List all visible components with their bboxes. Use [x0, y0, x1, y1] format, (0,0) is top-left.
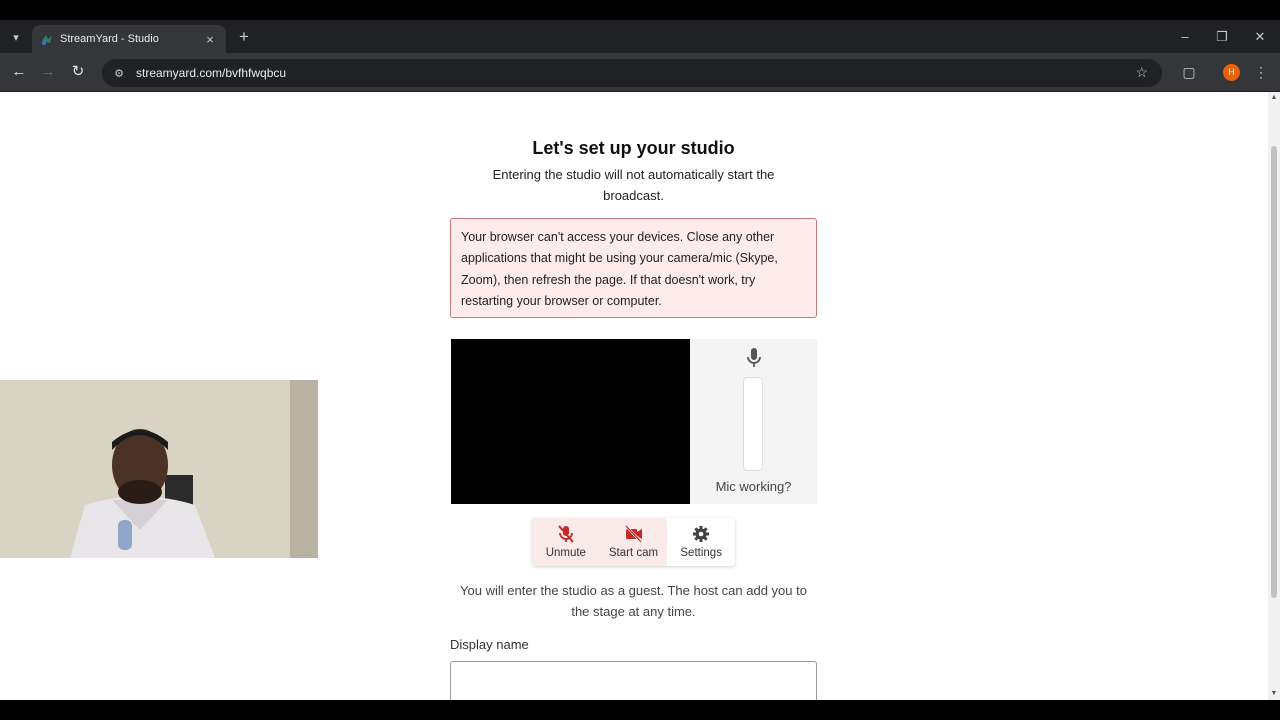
guest-note: You will enter the studio as a guest. Th…: [460, 583, 807, 619]
camera-preview: [451, 339, 690, 504]
browser-toolbar: ← → ↻ ⚙ streamyard.com/bvfhfwqbcu ☆ ▢ H …: [0, 53, 1280, 92]
page-subtitle: Entering the studio will not automatical…: [492, 167, 775, 203]
unmute-button[interactable]: Unmute: [532, 518, 600, 566]
streamyard-favicon-icon: [42, 35, 52, 45]
bottom-black-bar: [0, 700, 1280, 720]
minimize-icon[interactable]: –: [1170, 26, 1200, 48]
start-cam-button[interactable]: Start cam: [599, 518, 668, 566]
reload-icon[interactable]: ↻: [67, 61, 89, 83]
settings-label: Settings: [680, 547, 722, 559]
restore-icon[interactable]: ❐: [1207, 26, 1237, 48]
bookmark-star-icon[interactable]: ☆: [1135, 64, 1148, 81]
forward-icon[interactable]: →: [37, 61, 59, 83]
mic-panel: Mic working?: [690, 339, 817, 504]
webcam-person-image: [0, 380, 318, 558]
display-name-label: Display name: [450, 637, 529, 652]
tab-title: StreamYard - Studio: [60, 33, 159, 45]
page-title: Let's set up your studio: [532, 138, 735, 158]
close-window-icon[interactable]: ✕: [1245, 26, 1275, 48]
extensions-icon[interactable]: ▢: [1178, 61, 1200, 83]
scroll-up-icon[interactable]: ▲: [1270, 94, 1278, 102]
back-icon[interactable]: ←: [8, 61, 30, 83]
webcam-overlay: [0, 380, 318, 558]
address-bar[interactable]: ⚙ streamyard.com/bvfhfwqbcu ☆: [102, 59, 1162, 87]
settings-button[interactable]: Settings: [667, 518, 735, 566]
top-black-bar: [0, 0, 1280, 20]
microphone-icon: [747, 348, 761, 367]
site-info-icon[interactable]: ⚙: [110, 64, 128, 82]
scroll-thumb[interactable]: [1271, 146, 1277, 598]
tab-strip: ▾ StreamYard - Studio × + – ❐ ✕: [0, 20, 1280, 53]
start-cam-label: Start cam: [608, 547, 659, 559]
page-scrollbar[interactable]: ▲ ▼: [1268, 92, 1280, 700]
device-error-alert: Your browser can't access your devices. …: [450, 218, 817, 318]
close-tab-icon[interactable]: ×: [202, 32, 218, 47]
scroll-down-icon[interactable]: ▼: [1270, 690, 1278, 698]
new-tab-icon[interactable]: +: [234, 27, 254, 47]
unmute-label: Unmute: [545, 547, 586, 559]
profile-avatar[interactable]: H: [1223, 64, 1240, 81]
gear-icon: [693, 526, 710, 542]
mic-off-icon: [558, 525, 574, 543]
mic-level-meter: [743, 377, 763, 471]
mic-working-label: Mic working?: [715, 479, 792, 494]
browser-menu-icon[interactable]: ⋮: [1254, 61, 1268, 83]
device-controls: Unmute Start cam Settings: [532, 518, 735, 566]
url-text: streamyard.com/bvfhfwqbcu: [136, 66, 287, 80]
display-name-input[interactable]: [450, 661, 817, 700]
tab-search-icon[interactable]: ▾: [6, 27, 26, 47]
tab-streamyard[interactable]: StreamYard - Studio ×: [32, 25, 226, 53]
camera-off-icon: [624, 525, 642, 543]
